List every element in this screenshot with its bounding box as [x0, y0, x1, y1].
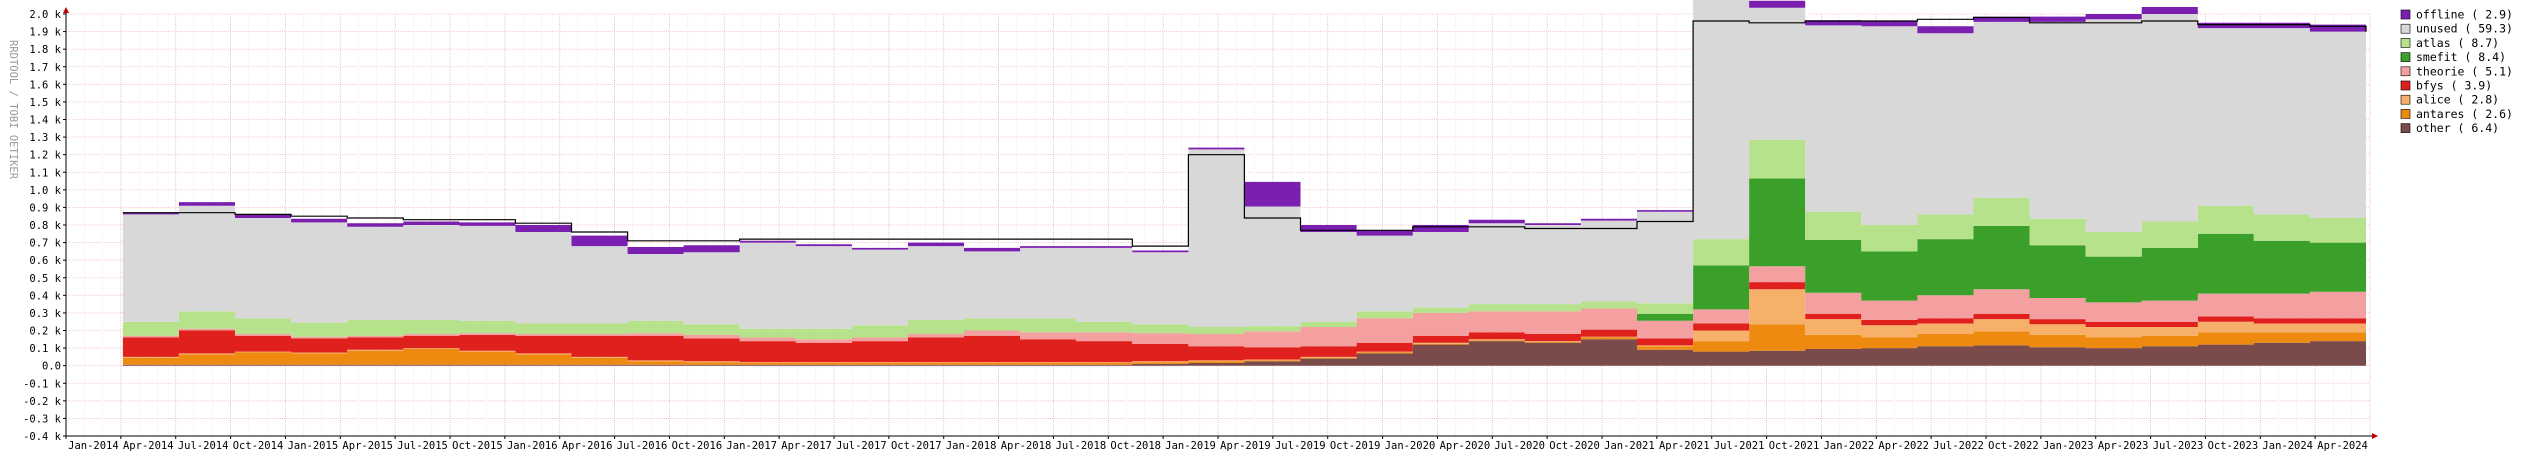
y-tick-label: 1.1 k [29, 167, 61, 179]
x-tick-label: Jan-2015 [288, 440, 339, 452]
y-tick-label: 1.8 k [29, 44, 61, 56]
x-tick-label: Oct-2021 [1769, 440, 1820, 452]
y-tick-label: 1.4 k [29, 115, 61, 127]
y-tick-label: 1.0 k [29, 185, 61, 197]
y-tick-label: 0.5 k [29, 273, 61, 285]
legend-swatch-other [2400, 123, 2411, 133]
x-tick-label: Oct-2015 [452, 440, 503, 452]
x-tick-label: Apr-2022 [1878, 440, 1929, 452]
x-tick-label: Apr-2016 [562, 440, 613, 452]
y-tick-label: 1.7 k [29, 62, 61, 74]
x-tick-label: Apr-2021 [1659, 440, 1710, 452]
x-tick-label: Jul-2014 [178, 440, 229, 452]
x-tick-label: Oct-2020 [1549, 440, 1600, 452]
y-tick-label: 0.2 k [29, 326, 61, 338]
legend-label-antares: antares ( 2.6) [2416, 107, 2513, 121]
legend-swatch-bfys [2400, 80, 2411, 91]
legend-label-offline: offline ( 2.9) [2416, 8, 2513, 22]
y-axis-label: RRDTOOL / TOBI OETIKER [7, 40, 19, 180]
x-tick-label: Apr-2023 [2098, 440, 2149, 452]
x-tick-label: Jan-2016 [507, 440, 558, 452]
legend-label-other: other ( 6.4) [2416, 121, 2499, 135]
legend-label-unused: unused ( 59.3) [2416, 22, 2513, 36]
x-tick-label: Jul-2020 [1494, 440, 1545, 452]
x-tick-label: Jan-2018 [946, 440, 997, 452]
legend-swatch-unused [2400, 23, 2411, 34]
y-tick-label: 1.6 k [29, 79, 61, 91]
legend-label-smefit: smefit ( 8.4) [2416, 50, 2506, 64]
legend-swatch-theorie [2400, 66, 2411, 77]
y-tick-label: 0.4 k [29, 290, 61, 302]
y-tick-label: 0.8 k [29, 220, 61, 232]
y-tick-label: 0.6 k [29, 255, 61, 267]
y-tick-label: 0.7 k [29, 238, 61, 250]
x-tick-label: Apr-2020 [1440, 440, 1491, 452]
y-tick-label: 0.0 [42, 361, 61, 373]
x-tick-label: Jan-2024 [2262, 440, 2313, 452]
x-tick-label: Oct-2023 [2208, 440, 2259, 452]
legend-swatch-alice [2400, 94, 2411, 105]
x-tick-label: Oct-2022 [1988, 440, 2039, 452]
y-tick-label: 1.3 k [29, 132, 61, 144]
y-tick-label: 1.5 k [29, 97, 61, 109]
x-tick-label: Jul-2019 [1275, 440, 1326, 452]
legend-label-theorie: theorie ( 5.1) [2416, 64, 2513, 78]
x-tick-label: Apr-2018 [1001, 440, 1052, 452]
legend-label-atlas: atlas ( 8.7) [2416, 36, 2499, 50]
x-tick-label: Jan-2019 [1165, 440, 1216, 452]
chart-svg: 2.0 k 1.9 k 1.8 k 1.7 k 1.6 k 1.5 k 1.4 k 1.3 k… [0, 0, 2529, 452]
x-tick-label: Jul-2016 [617, 440, 668, 452]
x-tick-label: Jan-2017 [726, 440, 777, 452]
x-tick-label: Apr-2019 [1220, 440, 1271, 452]
x-tick-label: Jan-2023 [2043, 440, 2094, 452]
x-tick-label: Jan-2020 [1385, 440, 1436, 452]
legend-label-bfys: bfys ( 3.9) [2416, 79, 2492, 93]
x-tick-label: Apr-2017 [781, 440, 832, 452]
x-tick-label: Apr-2015 [342, 440, 393, 452]
y-tick-label: -0.1 k [23, 378, 62, 390]
x-tick-label: Jan-2022 [1824, 440, 1875, 452]
x-tick-label: Jan-2021 [1604, 440, 1655, 452]
x-tick-label: Apr-2024 [2317, 440, 2368, 452]
x-tick-label: Jan-2014 [68, 440, 119, 452]
chart: 2.0 k 1.9 k 1.8 k 1.7 k 1.6 k 1.5 k 1.4 k 1.3 k… [0, 0, 2529, 452]
x-tick-label: Oct-2017 [891, 440, 942, 452]
x-tick-label: Apr-2014 [123, 440, 174, 452]
x-tick-label: Oct-2016 [672, 440, 723, 452]
x-tick-label: Jul-2018 [1056, 440, 1107, 452]
legend: offline ( 2.9)unused ( 59.3)atlas ( 8.7)… [2400, 8, 2513, 135]
x-tick-label: Jul-2021 [1714, 440, 1765, 452]
y-tick-label: -0.3 k [23, 413, 62, 425]
x-tick-label: Jul-2023 [2153, 440, 2204, 452]
legend-swatch-antares [2400, 109, 2411, 119]
legend-swatch-smefit [2400, 52, 2411, 62]
x-tick-label: Jul-2015 [397, 440, 448, 452]
y-tick-label: 0.1 k [29, 343, 61, 355]
y-tick-label: 2.0 k [29, 9, 61, 21]
y-tick-label: 0.9 k [29, 202, 61, 214]
legend-swatch-atlas [2400, 38, 2411, 48]
legend-label-alice: alice ( 2.8) [2416, 93, 2499, 107]
x-tick-label: Jul-2022 [1933, 440, 1984, 452]
legend-swatch-offline [2400, 9, 2411, 20]
x-tick-label: Jul-2017 [836, 440, 887, 452]
y-tick-label: -0.2 k [23, 396, 62, 408]
y-tick-label: 1.9 k [29, 27, 61, 39]
y-tick-label: -0.4 k [23, 431, 62, 443]
x-tick-label: Oct-2014 [233, 440, 284, 452]
x-tick-label: Oct-2019 [1330, 440, 1381, 452]
y-tick-label: 0.3 k [29, 308, 61, 320]
y-tick-label: 1.2 k [29, 150, 61, 162]
x-tick-label: Oct-2018 [1110, 440, 1161, 452]
